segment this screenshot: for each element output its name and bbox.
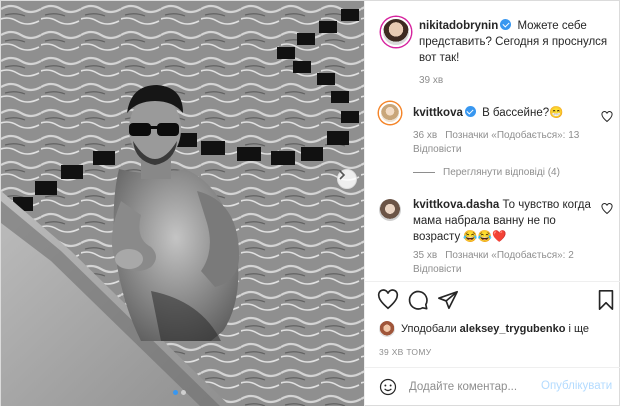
comment-likes-count[interactable]: Позначки «Подобається»: 13 <box>445 130 579 141</box>
post-actions <box>377 289 617 313</box>
carousel-next-button[interactable] <box>337 169 357 189</box>
chevron-right-icon <box>339 170 346 180</box>
section-divider <box>365 367 620 368</box>
comment-meta: 35 хв Позначки «Подобається»: 2 Відповіст… <box>413 249 603 277</box>
view-replies-button[interactable]: Переглянути відповіді (4) <box>413 167 560 178</box>
carousel-dot <box>181 390 186 395</box>
add-comment-bar: Опублікувати <box>365 369 620 406</box>
comment-body: В бассейне?😁 <box>482 107 564 119</box>
comment-input[interactable] <box>409 378 549 396</box>
pool-photo-illustration <box>1 1 364 406</box>
heart-icon[interactable] <box>377 289 399 311</box>
liked-by-prefix: Уподобали <box>401 323 457 335</box>
carousel-dot-active <box>173 390 178 395</box>
reply-button[interactable]: Відповісти <box>413 264 461 275</box>
commenter-avatar[interactable] <box>379 102 401 124</box>
caption-text: nikitadobrynin Можете себе представить? … <box>419 18 615 66</box>
liker-avatar[interactable] <box>379 321 395 337</box>
comment-time[interactable]: 36 хв <box>413 130 437 141</box>
verified-badge-icon <box>464 106 476 117</box>
comment-time[interactable]: 35 хв <box>413 250 437 261</box>
comment-like-heart-icon[interactable] <box>601 111 613 123</box>
reply-button[interactable]: Відповісти <box>413 144 461 155</box>
owner-username[interactable]: nikitadobrynin <box>419 20 498 32</box>
commenter-username[interactable]: kvittkova <box>413 107 463 119</box>
liked-by-suffix[interactable]: і ще <box>569 323 590 335</box>
comments-panel: nikitadobrynin Можете себе представить? … <box>364 1 620 406</box>
comment-meta: 36 хв Позначки «Подобається»: 13 Відповіс… <box>413 129 603 157</box>
replies-divider-line <box>413 172 435 173</box>
liked-by: Уподобали aleksey_trygubenko і ще <box>379 321 589 337</box>
post-photo[interactable] <box>1 1 364 406</box>
commenter-avatar[interactable] <box>379 199 401 221</box>
smiley-icon[interactable] <box>379 378 397 396</box>
section-divider <box>365 281 620 282</box>
verified-badge-icon <box>500 19 512 30</box>
commenter-username[interactable]: kvittkova.dasha <box>413 199 499 211</box>
view-replies-label: Переглянути відповіді (4) <box>443 167 560 178</box>
post-time-ago[interactable]: 39 ХВ ТОМУ <box>379 347 431 357</box>
comment-text: kvittkova.dasha То чувство когда мама на… <box>413 197 599 245</box>
bookmark-icon[interactable] <box>595 289 617 311</box>
owner-avatar[interactable] <box>381 17 411 47</box>
carousel-indicators <box>173 390 186 395</box>
comment-likes-count[interactable]: Позначки «Подобається»: 2 <box>445 250 574 261</box>
caption-meta: 39 хв <box>419 74 451 88</box>
instagram-post: nikitadobrynin Можете себе представить? … <box>0 0 620 406</box>
comment-like-heart-icon[interactable] <box>601 203 613 215</box>
liker-username[interactable]: aleksey_trygubenko <box>460 323 566 335</box>
paper-plane-icon[interactable] <box>437 289 459 311</box>
comment-bubble-icon[interactable] <box>407 289 429 311</box>
publish-comment-button[interactable]: Опублікувати <box>541 380 612 392</box>
comment-text: kvittkova В бассейне?😁 <box>413 105 593 121</box>
caption-time[interactable]: 39 хв <box>419 75 443 86</box>
